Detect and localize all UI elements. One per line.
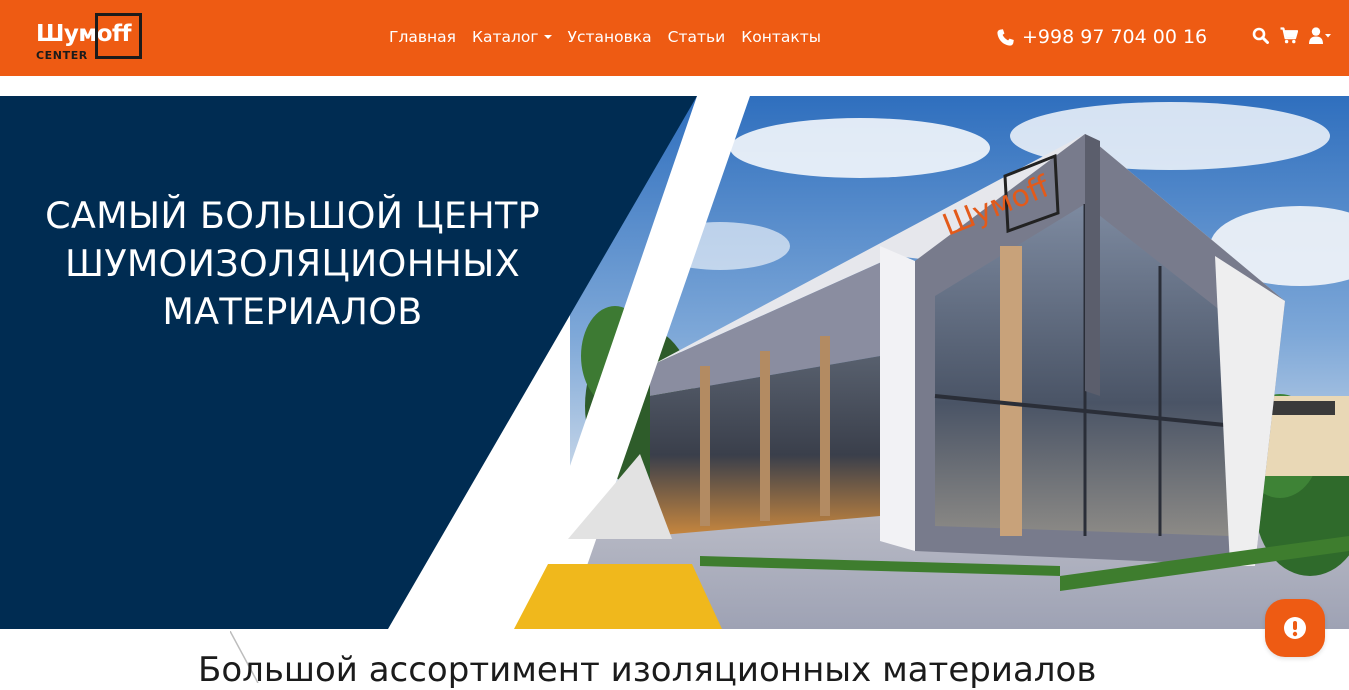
main-nav: Главная Каталог Установка Статьи Контакт… [389, 28, 837, 46]
nav-link-home[interactable]: Главная [389, 28, 456, 46]
hero-title-line-2: ШУМОИЗОЛЯЦИОННЫХ [64, 242, 520, 285]
chat-widget-button[interactable] [1265, 599, 1325, 657]
logo-subtitle: CENTER [36, 49, 88, 62]
search-icon[interactable] [1252, 27, 1269, 44]
hero-banner: Шумoff САМЫЙ БОЛЬШОЙ ЦЕНТР ШУМОИЗОЛЯЦИОН… [0, 96, 1349, 629]
nav-icon-group [1252, 27, 1332, 44]
nav-link-catalog[interactable]: Каталог [472, 28, 552, 46]
nav-link-articles[interactable]: Статьи [668, 28, 726, 46]
hero-title-line-3: МАТЕРИАЛОВ [162, 290, 423, 333]
hero-artwork: Шумoff [0, 96, 1349, 629]
phone-link[interactable]: +998 97 704 00 16 [997, 26, 1207, 48]
top-navbar: Шумoff CENTER Главная Каталог Установка … [0, 0, 1349, 76]
cart-icon[interactable] [1280, 27, 1298, 44]
phone-number: +998 97 704 00 16 [1022, 26, 1208, 48]
hero-title-line-1: САМЫЙ БОЛЬШОЙ ЦЕНТР [45, 194, 540, 237]
section-heading: Большой ассортимент изоляционных материа… [198, 650, 1097, 690]
phone-icon [997, 28, 1014, 46]
logo-frame [95, 13, 142, 59]
hero-title: САМЫЙ БОЛЬШОЙ ЦЕНТР ШУМОИЗОЛЯЦИОННЫХ МАТ… [30, 192, 555, 336]
nav-link-contacts[interactable]: Контакты [741, 28, 821, 46]
chat-icon [1284, 617, 1306, 639]
nav-link-installation[interactable]: Установка [568, 28, 652, 46]
logo[interactable]: Шумoff CENTER [36, 13, 147, 64]
user-icon[interactable] [1309, 27, 1332, 44]
